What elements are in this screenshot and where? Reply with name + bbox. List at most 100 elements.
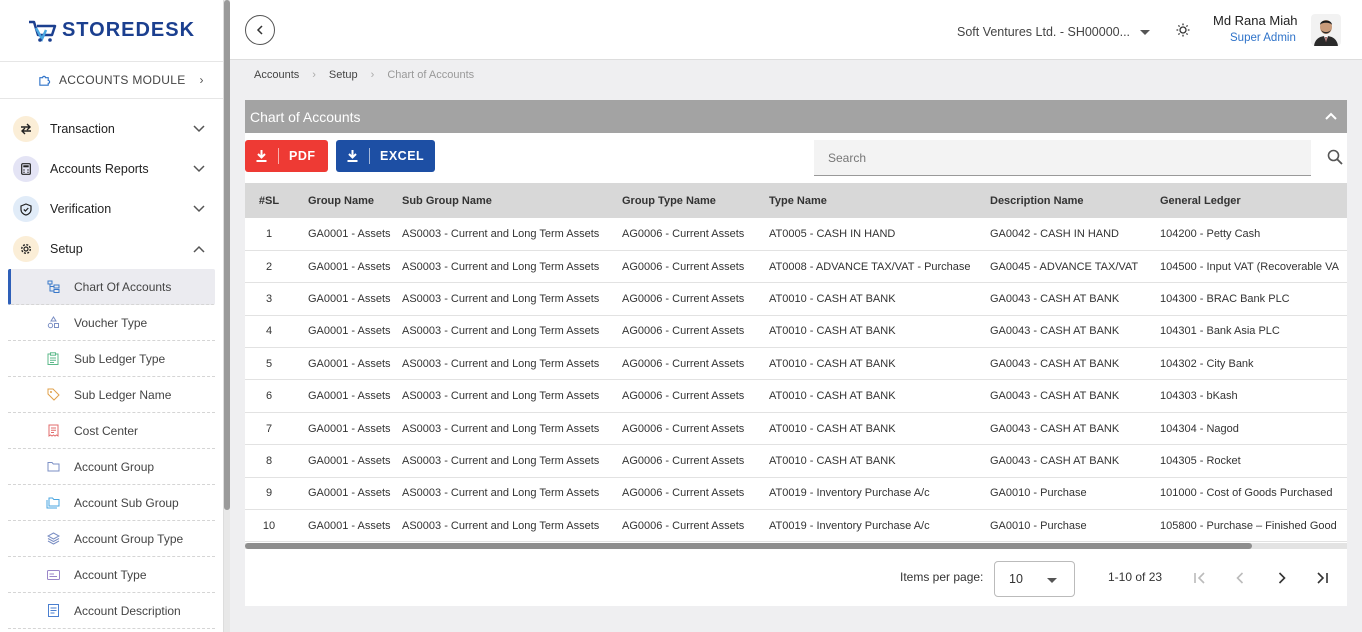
table-row[interactable]: 7 GA0001 - Assets AS0003 - Current and Lon… (245, 412, 1347, 446)
table-cell: GA0001 - Assets (293, 315, 402, 349)
accounts-table-container[interactable]: #SL Group Name Sub Group Name Group Type… (245, 183, 1347, 551)
document-icon (46, 604, 60, 618)
table-row[interactable]: 9 GA0001 - Assets AS0003 - Current and Lon… (245, 477, 1347, 511)
search-icon[interactable] (1327, 149, 1343, 165)
chevron-right-icon: › (199, 73, 204, 87)
chevron-left-icon (256, 25, 263, 35)
page-size-select[interactable]: 10 (994, 561, 1075, 597)
folder-icon (46, 460, 60, 474)
sidebar-item-account-group[interactable]: Account Group (8, 449, 215, 485)
sidebar-item-chart-of-accounts[interactable]: Chart Of Accounts (8, 269, 215, 305)
table-horizontal-scrollbar[interactable] (245, 543, 1347, 549)
sidebar-item-label: Account Group (74, 459, 155, 474)
scrollbar-thumb[interactable] (224, 0, 230, 510)
sidebar-scrollbar[interactable] (224, 0, 230, 632)
table-cell: 9 (245, 477, 293, 511)
table-cell: 104500 - Input VAT (Recoverable VA (1160, 250, 1347, 284)
column-header-group-name[interactable]: Group Name (293, 183, 402, 218)
search-field[interactable] (814, 140, 1311, 176)
company-selector[interactable]: Soft Ventures Ltd. - SH00000... (957, 25, 1130, 39)
table-cell: GA0043 - CASH AT BANK (990, 282, 1160, 316)
chevron-right-icon (1278, 572, 1286, 584)
table-cell: GA0001 - Assets (293, 444, 402, 478)
page-range-label: 1-10 of 23 (1108, 570, 1163, 584)
breadcrumb-setup[interactable]: Setup (329, 69, 358, 81)
export-pdf-button[interactable]: PDF (245, 140, 328, 172)
top-bar: Soft Ventures Ltd. - SH00000... Md Rana … (230, 0, 1362, 60)
table-row[interactable]: 8 GA0001 - Assets AS0003 - Current and Lon… (245, 444, 1347, 478)
table-row[interactable]: 3 GA0001 - Assets AS0003 - Current and Lon… (245, 282, 1347, 316)
table-row[interactable]: 2 GA0001 - Assets AS0003 - Current and Lon… (245, 250, 1347, 284)
sidebar-item-transaction[interactable]: Transaction (0, 109, 223, 149)
sidebar-item-label: Transaction (50, 122, 115, 136)
download-icon (245, 148, 279, 164)
chevron-down-icon (193, 163, 205, 175)
last-page-button[interactable] (1312, 568, 1332, 588)
table-cell: AG0006 - Current Assets (622, 315, 769, 349)
column-header-general-ledger[interactable]: General Ledger (1160, 183, 1347, 218)
shapes-icon (46, 316, 60, 330)
sun-icon[interactable] (1175, 22, 1191, 38)
table-row[interactable]: 6 GA0001 - Assets AS0003 - Current and Lon… (245, 379, 1347, 413)
table-cell: 3 (245, 282, 293, 316)
previous-page-button[interactable] (1230, 568, 1250, 588)
column-header-sub-group-name[interactable]: Sub Group Name (402, 183, 622, 218)
scrollbar-thumb[interactable] (245, 543, 1252, 549)
sidebar-item-account-group-type[interactable]: Account Group Type (8, 521, 215, 557)
chevron-down-icon (193, 123, 205, 135)
breadcrumb-accounts[interactable]: Accounts (254, 69, 299, 81)
sidebar-item-voucher-type[interactable]: Voucher Type (8, 305, 215, 341)
sidebar-item-label: Account Sub Group (74, 495, 179, 510)
table-cell: AG0006 - Current Assets (622, 412, 769, 446)
breadcrumb: Accounts › Setup › Chart of Accounts (254, 69, 474, 81)
brand-logo[interactable]: STOREDESK (0, 0, 223, 62)
table-cell: AS0003 - Current and Long Term Assets (402, 250, 622, 284)
first-page-button[interactable] (1190, 568, 1210, 588)
sidebar-item-cost-center[interactable]: Cost Center (8, 413, 215, 449)
avatar[interactable] (1311, 14, 1341, 46)
tag-icon (46, 388, 60, 402)
sidebar-item-account-sub-group[interactable]: Account Sub Group (8, 485, 215, 521)
sidebar-item-accounts-reports[interactable]: Accounts Reports (0, 149, 223, 189)
table-cell: AG0006 - Current Assets (622, 444, 769, 478)
export-excel-button[interactable]: EXCEL (336, 140, 435, 172)
table-row[interactable]: 4 GA0001 - Assets AS0003 - Current and Lon… (245, 315, 1347, 349)
column-header-sl[interactable]: #SL (245, 183, 293, 218)
sidebar-item-label: Account Description (74, 603, 181, 618)
table-cell: 2 (245, 250, 293, 284)
table-cell: 104302 - City Bank (1160, 347, 1347, 381)
chevron-up-icon[interactable] (1325, 110, 1337, 122)
table-row[interactable]: 5 GA0001 - Assets AS0003 - Current and Lon… (245, 347, 1347, 381)
sidebar-item-verification[interactable]: Verification (0, 189, 223, 229)
column-header-description-name[interactable]: Description Name (990, 183, 1160, 218)
table-row[interactable]: 1 GA0001 - Assets AS0003 - Current and Lon… (245, 218, 1347, 251)
table-cell: AT0008 - ADVANCE TAX/VAT - Purchase (769, 250, 990, 284)
sidebar-item-account-type[interactable]: Account Type (8, 557, 215, 593)
table-cell: 5 (245, 347, 293, 381)
first-page-icon (1194, 572, 1205, 584)
sidebar-item-sub-ledger-type[interactable]: Sub Ledger Type (8, 341, 215, 377)
sidebar-item-sub-ledger-name[interactable]: Sub Ledger Name (8, 377, 215, 413)
table-cell: AT0010 - CASH AT BANK (769, 444, 990, 478)
table-cell: AT0019 - Inventory Purchase A/c (769, 509, 990, 543)
table-cell: AG0006 - Current Assets (622, 477, 769, 511)
search-input[interactable] (814, 140, 1311, 175)
table-cell: 104301 - Bank Asia PLC (1160, 315, 1347, 349)
table-cell: AT0010 - CASH AT BANK (769, 347, 990, 381)
chevron-right-icon: › (312, 69, 316, 81)
sidebar-item-setup[interactable]: Setup (0, 229, 223, 269)
sidebar-item-account-description[interactable]: Account Description (8, 593, 215, 629)
module-switcher[interactable]: ACCOUNTS MODULE › (0, 62, 223, 99)
sidebar-item-label: Sub Ledger Name (74, 387, 172, 402)
last-page-icon (1317, 572, 1328, 584)
column-header-type-name[interactable]: Type Name (769, 183, 990, 218)
panel-header[interactable]: Chart of Accounts (245, 100, 1347, 133)
column-header-group-type-name[interactable]: Group Type Name (622, 183, 769, 218)
table-cell: AT0019 - Inventory Purchase A/c (769, 477, 990, 511)
next-page-button[interactable] (1272, 568, 1292, 588)
table-row[interactable]: 10 GA0001 - Assets AS0003 - Current and Lo… (245, 509, 1347, 543)
back-button[interactable] (245, 15, 275, 45)
caret-down-icon[interactable] (1140, 30, 1150, 35)
sidebar-item-label: Chart Of Accounts (74, 279, 172, 294)
table-cell: GA0043 - CASH AT BANK (990, 315, 1160, 349)
